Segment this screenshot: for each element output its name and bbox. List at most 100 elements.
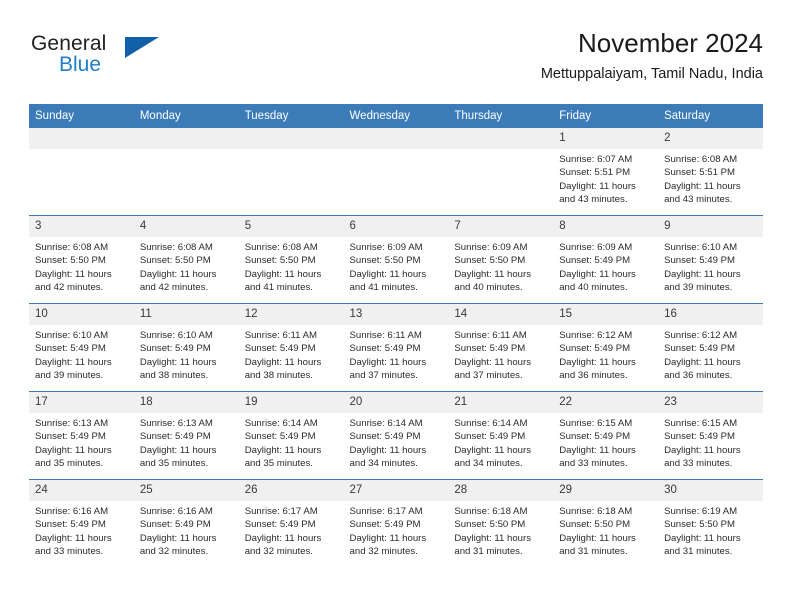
day-number (133, 128, 239, 149)
day-details: Sunrise: 6:15 AM Sunset: 5:49 PM Daylight:… (658, 413, 763, 471)
calendar-day-cell[interactable]: 7 Sunrise: 6:09 AM Sunset: 5:50 PM Daylight… (448, 215, 554, 303)
day-details: Sunrise: 6:13 AM Sunset: 5:49 PM Daylight:… (134, 413, 239, 471)
sunrise-text: Sunrise: 6:18 AM (454, 506, 528, 517)
sunset-text: Sunset: 5:50 PM (559, 519, 631, 531)
calendar-week-row: 17 Sunrise: 6:13 AM Sunset: 5:49 PM Dayligh… (29, 391, 763, 479)
calendar-day-cell[interactable]: 18 Sunrise: 6:13 AM Sunset: 5:49 PM Dayligh… (133, 391, 239, 479)
sunrise-text: Sunrise: 6:16 AM (35, 506, 109, 517)
calendar-day-cell[interactable]: 3 Sunrise: 6:08 AM Sunset: 5:50 PM Daylight… (29, 215, 134, 303)
sunrise-text: Sunrise: 6:18 AM (559, 506, 633, 517)
calendar-day-cell[interactable]: 15 Sunrise: 6:12 AM Sunset: 5:49 PM Dayligh… (553, 303, 659, 391)
day-details: Sunrise: 6:14 AM Sunset: 5:49 PM Daylight:… (448, 413, 553, 471)
calendar-page: General Blue November 2024 Mettuppalaiya… (0, 0, 792, 612)
day-number: 7 (448, 216, 554, 237)
day-cell-inner: 1 Sunrise: 6:07 AM Sunset: 5:51 PM Daylight… (553, 127, 659, 215)
sunset-text: Sunset: 5:50 PM (349, 255, 421, 267)
calendar-day-cell[interactable]: 16 Sunrise: 6:12 AM Sunset: 5:49 PM Dayligh… (658, 303, 763, 391)
sunset-text: Sunset: 5:49 PM (244, 431, 316, 443)
day-details: Sunrise: 6:13 AM Sunset: 5:49 PM Daylight:… (29, 413, 134, 471)
day-details: Sunrise: 6:16 AM Sunset: 5:49 PM Daylight:… (29, 501, 134, 559)
day-number: 12 (238, 304, 344, 325)
sunset-text: Sunset: 5:50 PM (35, 255, 106, 267)
calendar-day-cell[interactable]: 20 Sunrise: 6:14 AM Sunset: 5:49 PM Dayligh… (343, 391, 449, 479)
calendar-day-cell[interactable]: 19 Sunrise: 6:14 AM Sunset: 5:49 PM Dayligh… (238, 391, 344, 479)
day-details: Sunrise: 6:08 AM Sunset: 5:51 PM Daylight:… (658, 149, 763, 207)
daylight-text: Daylight: 11 hours and 33 minutes. (35, 532, 112, 558)
calendar-day-cell[interactable]: 23 Sunrise: 6:15 AM Sunset: 5:49 PM Dayligh… (658, 391, 763, 479)
logo-triangle-icon (125, 37, 159, 58)
day-cell-inner (133, 127, 239, 215)
calendar-day-cell[interactable]: 6 Sunrise: 6:09 AM Sunset: 5:50 PM Daylight… (343, 215, 449, 303)
calendar-day-cell[interactable]: 1 Sunrise: 6:07 AM Sunset: 5:51 PM Daylight… (553, 127, 659, 215)
day-cell-inner (343, 127, 449, 215)
day-cell-inner: 16 Sunrise: 6:12 AM Sunset: 5:49 PM Dayligh… (658, 303, 763, 391)
calendar-day-cell[interactable]: 14 Sunrise: 6:11 AM Sunset: 5:49 PM Dayligh… (448, 303, 554, 391)
calendar-day-cell[interactable]: 27 Sunrise: 6:17 AM Sunset: 5:49 PM Dayligh… (343, 479, 449, 567)
day-number: 3 (29, 216, 134, 237)
calendar-day-cell[interactable]: 8 Sunrise: 6:09 AM Sunset: 5:49 PM Daylight… (553, 215, 659, 303)
calendar-day-cell[interactable]: 12 Sunrise: 6:11 AM Sunset: 5:49 PM Dayligh… (238, 303, 344, 391)
day-number: 6 (343, 216, 449, 237)
day-cell-inner: 7 Sunrise: 6:09 AM Sunset: 5:50 PM Daylight… (448, 215, 554, 303)
calendar-day-cell[interactable]: 30 Sunrise: 6:19 AM Sunset: 5:50 PM Dayligh… (658, 479, 763, 567)
sunset-text: Sunset: 5:49 PM (139, 519, 211, 531)
day-number: 16 (658, 304, 763, 325)
calendar-day-cell[interactable]: 13 Sunrise: 6:11 AM Sunset: 5:49 PM Dayligh… (343, 303, 449, 391)
calendar-day-cell[interactable]: 26 Sunrise: 6:17 AM Sunset: 5:49 PM Dayligh… (238, 479, 344, 567)
calendar-day-cell[interactable]: 28 Sunrise: 6:18 AM Sunset: 5:50 PM Dayligh… (448, 479, 554, 567)
calendar-day-cell[interactable]: 5 Sunrise: 6:08 AM Sunset: 5:50 PM Daylight… (238, 215, 344, 303)
day-cell-inner: 26 Sunrise: 6:17 AM Sunset: 5:49 PM Dayligh… (238, 479, 344, 567)
sunrise-text: Sunrise: 6:15 AM (559, 418, 633, 429)
daylight-text: Daylight: 11 hours and 36 minutes. (559, 356, 636, 382)
calendar-week-row: 1 Sunrise: 6:07 AM Sunset: 5:51 PM Daylight… (29, 127, 763, 215)
day-number: 15 (553, 304, 659, 325)
calendar-day-cell[interactable]: 25 Sunrise: 6:16 AM Sunset: 5:49 PM Dayligh… (133, 479, 239, 567)
sunrise-text: Sunrise: 6:14 AM (349, 418, 423, 429)
sunset-text: Sunset: 5:49 PM (244, 519, 316, 531)
daylight-text: Daylight: 11 hours and 34 minutes. (454, 444, 531, 470)
calendar-day-cell[interactable]: 9 Sunrise: 6:10 AM Sunset: 5:49 PM Daylight… (658, 215, 763, 303)
sunrise-text: Sunrise: 6:14 AM (244, 418, 318, 429)
calendar-day-cell[interactable]: 24 Sunrise: 6:16 AM Sunset: 5:49 PM Dayligh… (29, 479, 134, 567)
calendar-day-cell[interactable]: 22 Sunrise: 6:15 AM Sunset: 5:49 PM Dayligh… (553, 391, 659, 479)
sunset-text: Sunset: 5:49 PM (244, 343, 316, 355)
sunset-text: Sunset: 5:49 PM (349, 431, 421, 443)
sunrise-text: Sunrise: 6:12 AM (559, 330, 633, 341)
sunrise-text: Sunrise: 6:09 AM (454, 242, 528, 253)
day-cell-inner: 30 Sunrise: 6:19 AM Sunset: 5:50 PM Dayligh… (658, 479, 763, 567)
day-number (448, 128, 554, 149)
calendar-day-cell[interactable]: 10 Sunrise: 6:10 AM Sunset: 5:49 PM Dayligh… (29, 303, 134, 391)
calendar-day-cell-empty (29, 127, 134, 215)
sunset-text: Sunset: 5:49 PM (454, 431, 526, 443)
day-details: Sunrise: 6:08 AM Sunset: 5:50 PM Daylight:… (239, 237, 344, 295)
sunset-text: Sunset: 5:49 PM (664, 343, 735, 355)
daylight-text: Daylight: 11 hours and 39 minutes. (35, 356, 112, 382)
title-block: November 2024 Mettuppalaiyam, Tamil Nadu… (541, 28, 763, 85)
day-number: 8 (553, 216, 659, 237)
day-details: Sunrise: 6:19 AM Sunset: 5:50 PM Daylight:… (658, 501, 763, 559)
weekday-header-tuesday: Tuesday (238, 104, 344, 127)
calendar-day-cell[interactable]: 17 Sunrise: 6:13 AM Sunset: 5:49 PM Dayligh… (29, 391, 134, 479)
sunset-text: Sunset: 5:49 PM (559, 431, 631, 443)
calendar-header-row: Sunday Monday Tuesday Wednesday Thursday… (29, 104, 763, 127)
sunset-text: Sunset: 5:49 PM (139, 343, 211, 355)
sunset-text: Sunset: 5:50 PM (454, 519, 526, 531)
day-cell-inner: 24 Sunrise: 6:16 AM Sunset: 5:49 PM Dayligh… (29, 479, 134, 567)
sunset-text: Sunset: 5:50 PM (139, 255, 211, 267)
calendar-day-cell[interactable]: 11 Sunrise: 6:10 AM Sunset: 5:49 PM Dayligh… (133, 303, 239, 391)
day-cell-inner: 27 Sunrise: 6:17 AM Sunset: 5:49 PM Dayligh… (343, 479, 449, 567)
day-details: Sunrise: 6:11 AM Sunset: 5:49 PM Daylight:… (448, 325, 553, 383)
location-subtitle: Mettuppalaiyam, Tamil Nadu, India (540, 66, 763, 82)
day-cell-inner: 15 Sunrise: 6:12 AM Sunset: 5:49 PM Dayligh… (553, 303, 659, 391)
day-number: 30 (658, 480, 763, 501)
day-cell-inner: 2 Sunrise: 6:08 AM Sunset: 5:51 PM Daylight… (658, 127, 763, 215)
sunset-text: Sunset: 5:50 PM (244, 255, 316, 267)
day-number: 4 (133, 216, 239, 237)
calendar-day-cell[interactable]: 4 Sunrise: 6:08 AM Sunset: 5:50 PM Daylight… (133, 215, 239, 303)
sunset-text: Sunset: 5:50 PM (664, 519, 735, 531)
sunset-text: Sunset: 5:49 PM (349, 343, 421, 355)
day-number: 10 (29, 304, 134, 325)
calendar-day-cell[interactable]: 2 Sunrise: 6:08 AM Sunset: 5:51 PM Daylight… (658, 127, 763, 215)
calendar-day-cell[interactable]: 21 Sunrise: 6:14 AM Sunset: 5:49 PM Dayligh… (448, 391, 554, 479)
calendar-day-cell[interactable]: 29 Sunrise: 6:18 AM Sunset: 5:50 PM Dayligh… (553, 479, 659, 567)
